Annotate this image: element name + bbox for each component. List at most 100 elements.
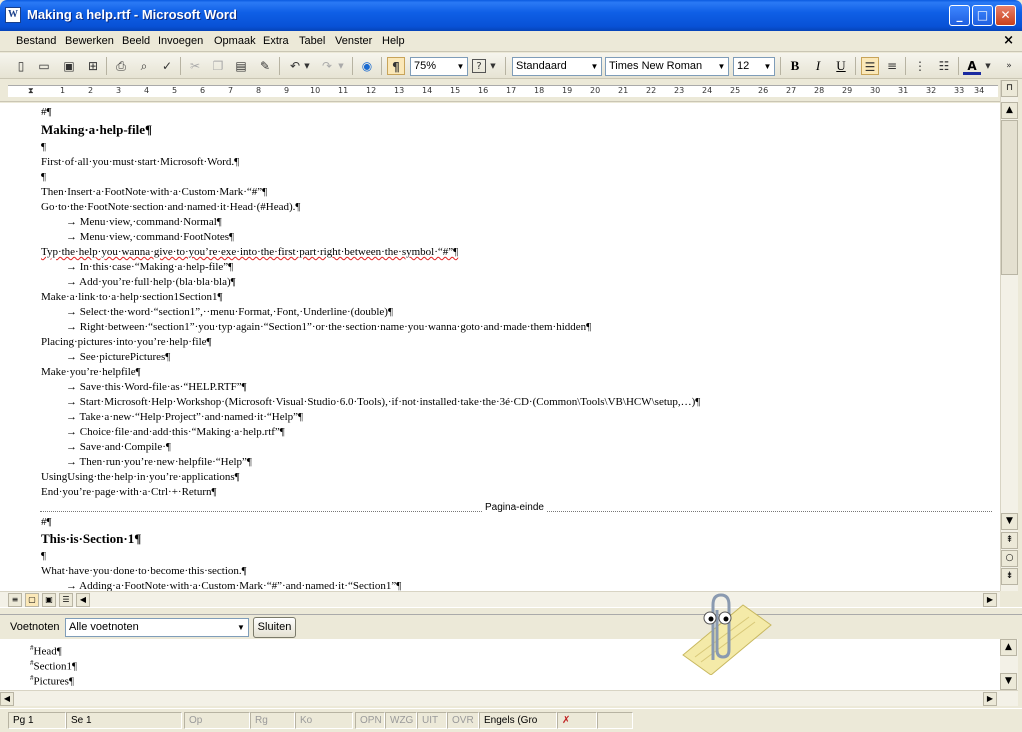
cut-icon[interactable]: ✂ xyxy=(186,57,204,75)
word-app-icon[interactable]: W xyxy=(5,7,21,23)
undo-dropdown-icon[interactable]: ▼ xyxy=(302,57,312,75)
italic-button[interactable]: I xyxy=(809,57,827,75)
browse-object-icon[interactable]: ○ xyxy=(1001,550,1018,567)
footnote-horizontal-scrollbar[interactable]: ◀ ▶ xyxy=(0,690,1018,706)
previous-page-icon[interactable]: ⇞ xyxy=(1001,532,1018,549)
ruler-tick: 25 xyxy=(730,86,741,95)
font-size-select[interactable]: 12 ▼ xyxy=(733,57,775,76)
print-layout-icon[interactable]: ▣ xyxy=(42,593,56,607)
office-assistant-clippy[interactable] xyxy=(673,585,773,675)
document-area[interactable]: #¶ Making·a·help-file¶ ¶ First·of·all·yo… xyxy=(0,103,1000,591)
print-icon[interactable]: ⎙ xyxy=(112,57,130,75)
redo-dropdown-icon[interactable]: ▼ xyxy=(336,57,346,75)
scroll-down-icon[interactable]: ▼ xyxy=(1000,673,1017,690)
menu-venster[interactable]: Venster xyxy=(335,35,372,47)
align-left-icon[interactable]: ☰ xyxy=(861,57,879,75)
menu-bestand[interactable]: Bestand xyxy=(16,35,56,47)
scroll-up-icon[interactable]: ▲ xyxy=(1000,639,1017,656)
font-size-value: 12 xyxy=(737,60,750,72)
spelling-check-icon[interactable]: ✓ xyxy=(158,57,176,75)
chevron-down-icon[interactable]: ▼ xyxy=(715,58,728,75)
status-language[interactable]: Engels (Gro xyxy=(479,712,557,729)
menu-tabel[interactable]: Tabel xyxy=(299,35,325,47)
align-justify-icon[interactable]: ≡ xyxy=(883,57,901,75)
scroll-up-icon[interactable]: ▲ xyxy=(1001,102,1018,119)
chevron-down-icon[interactable]: ▼ xyxy=(761,58,774,75)
style-select[interactable]: Standaard ▼ xyxy=(512,57,602,76)
doc-line: ¶ xyxy=(41,141,46,153)
status-extend[interactable]: UIT xyxy=(417,712,447,729)
vertical-scrollbar[interactable]: ⊓ ▲ ▼ ⇞ ○ ⇟ xyxy=(1000,80,1018,591)
chevron-down-icon[interactable]: ▼ xyxy=(454,58,467,75)
status-track-changes[interactable]: WZG xyxy=(385,712,417,729)
footnote-item: #Pictures¶ xyxy=(30,674,74,688)
toolbar-separator xyxy=(279,57,280,75)
bulleted-list-icon[interactable]: ☷ xyxy=(935,57,953,75)
doc-line: ¶ xyxy=(41,550,46,562)
scroll-left-icon[interactable]: ◀ xyxy=(76,593,90,607)
next-page-icon[interactable]: ⇟ xyxy=(1001,568,1018,585)
scroll-right-icon[interactable]: ▶ xyxy=(983,692,997,706)
footnote-vertical-scrollbar[interactable]: ▲ ▼ xyxy=(1000,639,1018,690)
spelling-status-icon[interactable]: ✗ xyxy=(557,712,597,729)
maximize-button[interactable]: □ xyxy=(972,5,993,26)
numbered-list-icon[interactable]: ⋮ xyxy=(911,57,929,75)
outline-view-icon[interactable]: ☰ xyxy=(59,593,73,607)
paste-icon[interactable]: ▤ xyxy=(232,57,250,75)
scroll-down-icon[interactable]: ▼ xyxy=(1001,513,1018,530)
menu-bewerken[interactable]: Bewerken xyxy=(65,35,114,47)
menu-invoegen[interactable]: Invoegen xyxy=(158,35,203,47)
minimize-button[interactable]: _ xyxy=(949,5,970,26)
doc-line: → Then·run·you’re·new·helpfile·“Help”¶ xyxy=(66,456,252,468)
status-overtype[interactable]: OVR xyxy=(447,712,479,729)
menu-opmaak[interactable]: Opmaak xyxy=(214,35,256,47)
show-formatting-icon[interactable]: ¶ xyxy=(387,57,405,75)
open-folder-icon[interactable]: ▭ xyxy=(35,57,53,75)
redo-icon[interactable]: ↷ xyxy=(318,57,336,75)
permission-icon[interactable]: ⊞ xyxy=(84,57,102,75)
menu-extra[interactable]: Extra xyxy=(263,35,289,47)
ruler-tick: 19 xyxy=(562,86,573,95)
horizontal-scrollbar[interactable]: ≡ ▢ ▣ ☰ ◀ ▶ xyxy=(0,591,1000,607)
document-close-icon[interactable]: × xyxy=(1003,33,1014,48)
doc-line: → Choice·file·and·add·this·“Making·a·hel… xyxy=(66,426,285,438)
footnotes-select[interactable]: Alle voetnoten ▼ xyxy=(65,618,249,637)
scroll-left-icon[interactable]: ◀ xyxy=(0,692,14,706)
toolbar-separator xyxy=(780,57,781,75)
font-color-icon[interactable]: A xyxy=(963,57,981,75)
copy-icon[interactable]: ❐ xyxy=(209,57,227,75)
zoom-select[interactable]: 75% ▼ xyxy=(410,57,468,76)
ruler-tick: 8 xyxy=(256,86,262,95)
close-footnotes-button[interactable]: Sluiten xyxy=(253,617,296,638)
print-preview-icon[interactable]: ⌕ xyxy=(135,57,153,75)
help-dropdown-icon[interactable]: ▼ xyxy=(488,57,498,75)
pane-splitter[interactable] xyxy=(0,607,1022,615)
close-button[interactable]: ✕ xyxy=(995,5,1016,26)
bold-button[interactable]: B xyxy=(786,57,804,75)
normal-view-icon[interactable]: ≡ xyxy=(8,593,22,607)
indent-marker-icon[interactable]: ⧗ xyxy=(28,86,34,96)
horizontal-ruler[interactable]: ⧗ 1 2 3 4 5 6 7 8 9 10 11 12 13 14 15 16… xyxy=(0,80,1000,102)
hyperlink-globe-icon[interactable]: ◉ xyxy=(358,57,376,75)
save-icon[interactable]: ▣ xyxy=(60,57,78,75)
font-color-dropdown-icon[interactable]: ▼ xyxy=(983,57,993,75)
chevron-down-icon[interactable]: ▼ xyxy=(588,58,601,75)
chevron-down-icon[interactable]: ▼ xyxy=(234,619,248,636)
font-select[interactable]: Times New Roman ▼ xyxy=(605,57,729,76)
menu-beeld[interactable]: Beeld xyxy=(122,35,150,47)
help-icon[interactable]: ? xyxy=(472,59,486,73)
status-section: Se 1 xyxy=(66,712,182,729)
underline-button[interactable]: U xyxy=(832,57,850,75)
toolbar-options-icon[interactable]: » xyxy=(1003,57,1015,75)
format-painter-icon[interactable]: ✎ xyxy=(256,57,274,75)
scroll-thumb[interactable] xyxy=(1001,120,1018,275)
menu-help[interactable]: Help xyxy=(382,35,405,47)
ruler-toggle-icon[interactable]: ⊓ xyxy=(1001,80,1018,97)
scroll-right-icon[interactable]: ▶ xyxy=(983,593,997,607)
new-document-icon[interactable]: ▯ xyxy=(12,57,30,75)
footnote-pane[interactable]: #Head¶ #Section1¶ #Pictures¶ xyxy=(0,639,1000,690)
ruler-scale: ⧗ 1 2 3 4 5 6 7 8 9 10 11 12 13 14 15 16… xyxy=(8,85,998,97)
web-layout-icon[interactable]: ▢ xyxy=(25,593,39,607)
footnote-toolbar: Voetnoten Alle voetnoten ▼ Sluiten xyxy=(0,615,1022,639)
status-record[interactable]: OPN xyxy=(355,712,385,729)
